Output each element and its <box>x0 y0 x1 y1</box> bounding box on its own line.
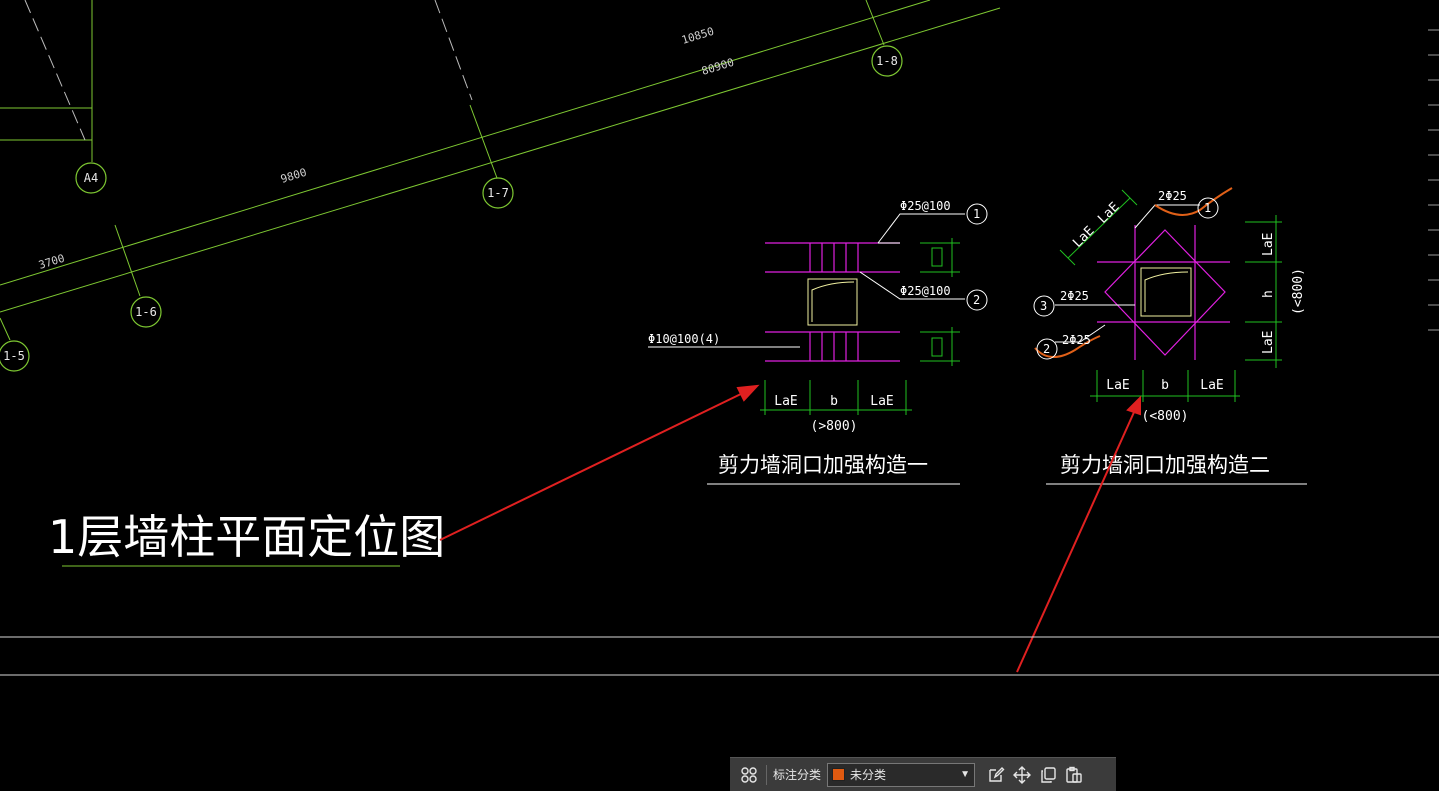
axis-bubble-a4[interactable]: A4 <box>84 171 98 185</box>
detail2-dim-note: (<800) <box>1142 409 1189 424</box>
detail2-vdim-mid: h <box>1261 290 1276 298</box>
move-icon <box>1013 765 1032 784</box>
cad-drawing-canvas[interactable]: 10850 80900 9800 3700 1-8 A4 1-7 1-6 1-5 <box>0 0 1439 791</box>
annotation-arrows <box>439 384 1141 673</box>
detail1-bubble-mid: 2 <box>973 293 980 307</box>
axis-bubbles <box>0 45 903 372</box>
detail2-vdim-top: LaE <box>1261 233 1276 256</box>
paste-icon <box>1066 766 1082 783</box>
detail1-side-dims <box>920 238 960 366</box>
detail1-opening-hatch <box>811 281 855 322</box>
grid-apps-button[interactable] <box>736 762 762 788</box>
axis-dim-10850: 10850 <box>680 25 715 47</box>
annotation-toolbar: 标注分类 未分类 ▼ <box>730 757 1116 791</box>
edit-icon <box>989 766 1005 782</box>
copy-icon <box>1041 766 1056 783</box>
detail2-dim-right: LaE <box>1200 378 1223 393</box>
detail1-rebar-top-label: Φ25@100 <box>900 199 951 213</box>
category-selected-value: 未分类 <box>850 768 887 782</box>
grid-apps-icon <box>741 766 757 783</box>
detail2-diag-dim <box>1059 189 1138 266</box>
move-button[interactable] <box>1009 762 1035 788</box>
detail2-dim-left: LaE <box>1106 378 1129 393</box>
detail1-rebar-mid-label: Φ25@100 <box>900 284 951 298</box>
detail2-title: 剪力墙洞口加强构造二 <box>1060 453 1270 477</box>
axis-dim-9800: 9800 <box>279 166 308 186</box>
detail2-markup-strokes <box>1034 187 1233 358</box>
detail-1[interactable]: Φ25@100 Φ25@100 Φ10@100(4) 1 2 LaE b LaE… <box>648 199 988 485</box>
detail1-stirrup-label: Φ10@100(4) <box>648 332 720 346</box>
detail1-opening <box>807 278 858 326</box>
detail2-vdim-bottom: LaE <box>1261 331 1276 354</box>
detail2-rebar-top-label: 2Φ25 <box>1158 189 1187 203</box>
toolbar-separator <box>766 764 767 785</box>
detail1-bubble-top: 1 <box>973 207 980 221</box>
detail1-rebars <box>765 242 900 362</box>
axis-dim-80900: 80900 <box>700 56 735 78</box>
detail1-dim-left: LaE <box>774 394 797 409</box>
detail1-dim-right: LaE <box>870 394 893 409</box>
detail2-bubble-top: 1 <box>1204 201 1211 215</box>
edit-button[interactable] <box>983 762 1009 788</box>
detail-2[interactable]: 2Φ25 2Φ25 2Φ25 1 3 2 LaE LaE LaE h LaE (… <box>1033 187 1307 485</box>
copy-button[interactable] <box>1035 762 1061 788</box>
detail1-dim-mid: b <box>830 394 838 409</box>
chevron-down-icon: ▼ <box>960 769 971 780</box>
detail2-vdim-note: (<800) <box>1291 268 1306 315</box>
detail2-diag-dim-2: LaE <box>1095 200 1122 227</box>
detail1-title: 剪力墙洞口加强构造一 <box>718 453 928 477</box>
axis-bubble-1-8[interactable]: 1-8 <box>876 54 898 68</box>
annotation-category-label: 标注分类 <box>773 768 822 782</box>
detail1-dim-note: (>800) <box>811 419 858 434</box>
detail2-rebars <box>1097 225 1230 360</box>
layout-title: 1层墙柱平面定位图 <box>48 510 445 564</box>
detail2-opening-hatch <box>1144 271 1189 312</box>
detail2-diag-dim-1: LaE <box>1070 224 1097 251</box>
detail2-bubble-bottom: 2 <box>1043 342 1050 356</box>
detail2-bubble-left: 3 <box>1040 299 1047 313</box>
detail2-rebar-left-label: 2Φ25 <box>1060 289 1089 303</box>
detail2-opening <box>1140 267 1192 317</box>
detail2-dim-mid: b <box>1161 378 1169 393</box>
axis-bubble-1-7[interactable]: 1-7 <box>487 186 509 200</box>
axis-bubble-1-5[interactable]: 1-5 <box>3 349 25 363</box>
detail1-leaders <box>648 213 965 348</box>
category-color-swatch <box>832 768 846 781</box>
axis-lines <box>0 0 1001 341</box>
axis-bubble-1-6[interactable]: 1-6 <box>135 305 157 319</box>
right-edge-ticks <box>1428 29 1439 331</box>
detail2-rebar-bottom-label: 2Φ25 <box>1062 333 1091 347</box>
annotation-category-select[interactable]: 未分类 ▼ <box>827 762 976 787</box>
paste-button[interactable] <box>1061 762 1087 788</box>
frame-lines <box>0 636 1439 676</box>
